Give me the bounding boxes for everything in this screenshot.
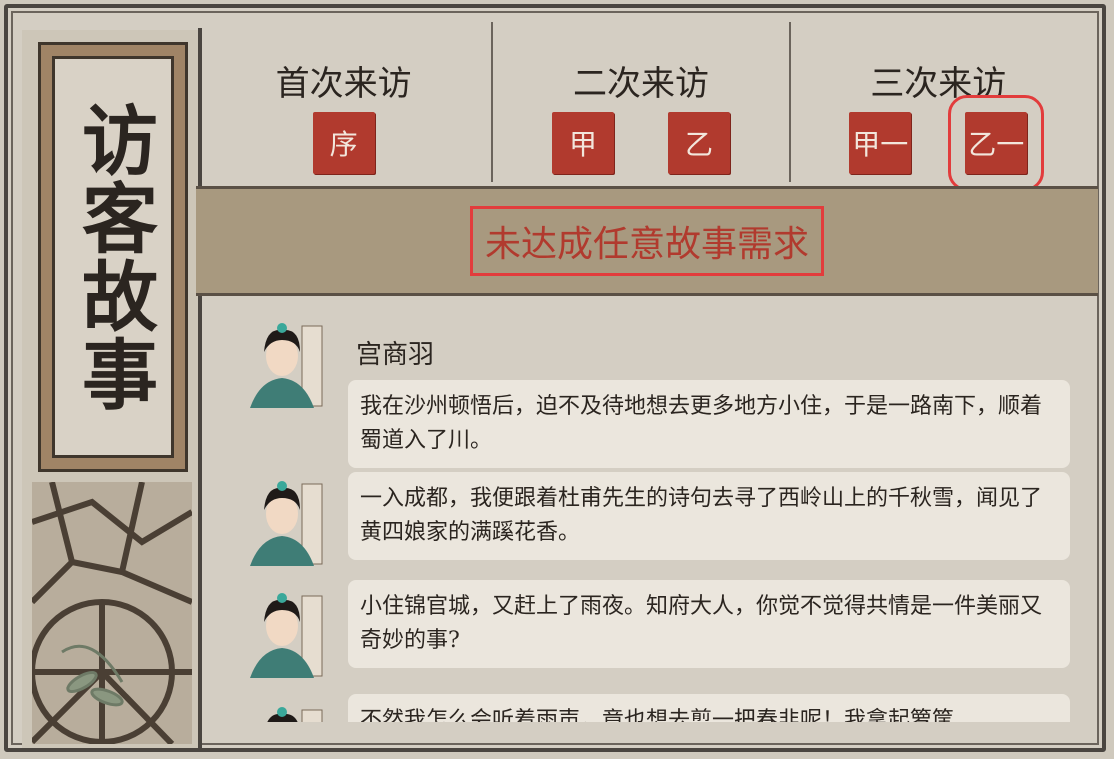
- dialogue-bubble: 不然我怎么会听着雨声，竟也想去剪一把春韭呢！我拿起箩筐: [348, 694, 1070, 722]
- dialogue-list[interactable]: 宫商羽 我在沙州顿悟后，迫不及待地想去更多地方小住，于是一路南下，顺着蜀道入了川…: [196, 300, 1076, 722]
- dialogue-bubble: 一入成都，我便跟着杜甫先生的诗句去寻了西岭山上的千秋雪，闻见了黄四娘家的满蹊花香…: [348, 472, 1070, 560]
- story-status-banner: 未达成任意故事需求: [196, 186, 1098, 296]
- visit-first-label: 首次来访: [275, 64, 412, 104]
- guest-avatar-icon: [267, 707, 323, 722]
- story-status-text: 未达成任意故事需求: [469, 206, 824, 276]
- left-column: 访客故事: [22, 30, 200, 748]
- visit-tabs: 首次来访 序 二次来访 甲 乙 三次来访 甲一 乙一: [196, 22, 1086, 191]
- seal-jia-yi-button[interactable]: 甲一: [849, 112, 912, 174]
- seal-yi-yi-button[interactable]: 乙一: [948, 95, 1045, 191]
- dialogue-bubble: 我在沙州顿悟后，迫不及待地想去更多地方小住，于是一路南下，顺着蜀道入了川。: [348, 380, 1070, 468]
- guest-avatar-icon: [250, 323, 323, 408]
- visit-second-label: 二次来访: [572, 64, 709, 104]
- seal-jia-button[interactable]: 甲: [551, 112, 614, 174]
- guest-avatar-icon: [250, 593, 323, 678]
- visit-first: 首次来访 序: [196, 22, 494, 182]
- panel-title: 访客故事: [69, 101, 158, 413]
- dialogue-bubble: 小住锦官城，又赶上了雨夜。知府大人，你觉不觉得共情是一件美丽又奇妙的事?: [348, 580, 1070, 668]
- visit-second: 二次来访 甲 乙: [493, 22, 791, 182]
- speaker-name: 宫商羽: [356, 340, 435, 370]
- title-plaque: 访客故事: [38, 42, 188, 472]
- guest-avatar-icon: [250, 481, 323, 566]
- lattice-decoration: [32, 482, 192, 744]
- seal-xu-button[interactable]: 序: [312, 112, 375, 174]
- visit-third-label: 三次来访: [870, 64, 1007, 104]
- seal-yi-button[interactable]: 乙: [667, 112, 730, 174]
- visit-third: 三次来访 甲一 乙一: [791, 22, 1086, 191]
